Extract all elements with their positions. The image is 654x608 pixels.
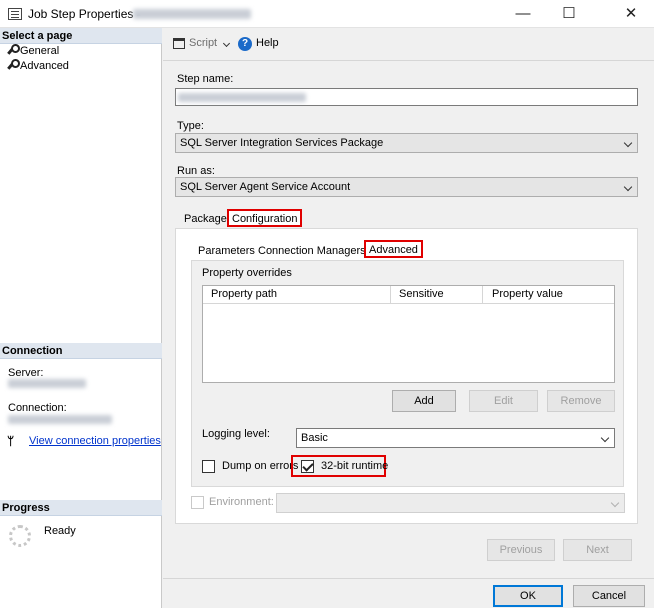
overrides-label: Property overrides [202, 267, 292, 279]
window-icon [8, 8, 22, 20]
page-item-advanced[interactable]: Advanced [6, 60, 69, 72]
cancel-button[interactable]: Cancel [573, 585, 645, 607]
page-item-label: Advanced [20, 60, 69, 72]
select-page-header: Select a page [0, 28, 162, 44]
close-button[interactable]: ✕ [608, 0, 654, 28]
tab-package[interactable]: Package [181, 211, 230, 229]
wrench-icon [6, 45, 16, 55]
page-item-general[interactable]: General [6, 45, 59, 57]
environment-label: Environment: [209, 496, 274, 508]
tab-connection-managers[interactable]: Connection Managers [255, 243, 369, 261]
step-name-input[interactable] [175, 88, 638, 106]
script-button[interactable]: Script [189, 37, 217, 49]
chevron-down-icon[interactable] [222, 39, 231, 48]
help-button[interactable]: Help [256, 37, 279, 49]
connection-label: Connection: [8, 402, 67, 414]
ok-button[interactable]: OK [493, 585, 563, 607]
add-button[interactable]: Add [392, 390, 456, 412]
environment-checkbox[interactable] [191, 496, 204, 509]
script-icon [173, 38, 185, 49]
tab-parameters[interactable]: Parameters [195, 243, 258, 261]
page-item-label: General [20, 45, 60, 57]
overrides-grid[interactable]: Property path Sensitive Property value [202, 285, 615, 383]
column-divider [482, 286, 483, 304]
spinner-icon [9, 525, 31, 547]
chevron-down-icon [623, 138, 633, 148]
main-panel: Step name: Type: SQL Server Integration … [163, 60, 654, 578]
edit-button[interactable]: Edit [469, 390, 538, 412]
wrench-icon [6, 60, 16, 70]
tab-advanced[interactable]: Advanced [364, 240, 423, 258]
run-as-label: Run as: [177, 165, 215, 177]
chevron-down-icon [610, 498, 620, 508]
maximize-button[interactable]: ☐ [546, 0, 592, 28]
dump-on-errors-checkbox[interactable] [202, 460, 215, 473]
dialog-footer: OK Cancel [163, 578, 654, 608]
chevron-down-icon [623, 182, 633, 192]
runtime-32bit-label: 32-bit runtime [321, 460, 389, 472]
next-button[interactable]: Next [563, 539, 632, 561]
tab-configuration[interactable]: Configuration [227, 209, 303, 227]
left-panel: Select a page General Advanced Connectio… [0, 28, 162, 608]
column-header: Property path [211, 288, 278, 300]
advanced-tab-panel: Property overrides Property path Sensiti… [191, 260, 624, 487]
dump-on-errors-label: Dump on errors [222, 460, 299, 472]
window-title: Job Step Properties - [28, 7, 141, 21]
redacted-server [8, 379, 86, 388]
grid-header: Property path Sensitive Property value [203, 286, 614, 304]
column-header: Sensitive [399, 288, 444, 300]
type-select[interactable]: SQL Server Integration Services Package [175, 133, 638, 153]
step-name-label: Step name: [177, 73, 234, 85]
progress-status: Ready [44, 525, 76, 537]
runtime-32bit-checkbox[interactable] [301, 460, 314, 473]
view-connection-link[interactable]: View connection properties [29, 435, 161, 447]
title-bar: Job Step Properties - — ☐ ✕ [0, 0, 654, 28]
redacted-title [133, 9, 251, 19]
column-header: Property value [492, 288, 563, 300]
previous-button[interactable]: Previous [487, 539, 555, 561]
logging-level-label: Logging level: [202, 428, 270, 440]
plug-icon: ᛘ [7, 434, 15, 448]
redacted-connection [8, 415, 112, 424]
remove-button[interactable]: Remove [547, 390, 615, 412]
logging-level-value: Basic [301, 432, 328, 444]
redacted-step-name [178, 93, 306, 102]
run-as-value: SQL Server Agent Service Account [180, 181, 351, 193]
chevron-down-icon [600, 433, 610, 443]
server-label: Server: [8, 367, 44, 379]
run-as-select[interactable]: SQL Server Agent Service Account [175, 177, 638, 197]
help-icon: ? [238, 37, 252, 51]
environment-select[interactable] [276, 493, 625, 513]
type-value: SQL Server Integration Services Package [180, 137, 384, 149]
toolbar: Script ? Help [163, 28, 654, 60]
column-divider [390, 286, 391, 304]
connection-header: Connection [0, 343, 162, 359]
progress-header: Progress [0, 500, 162, 516]
type-label: Type: [177, 120, 204, 132]
minimize-button[interactable]: — [500, 0, 546, 28]
logging-level-select[interactable]: Basic [296, 428, 615, 448]
